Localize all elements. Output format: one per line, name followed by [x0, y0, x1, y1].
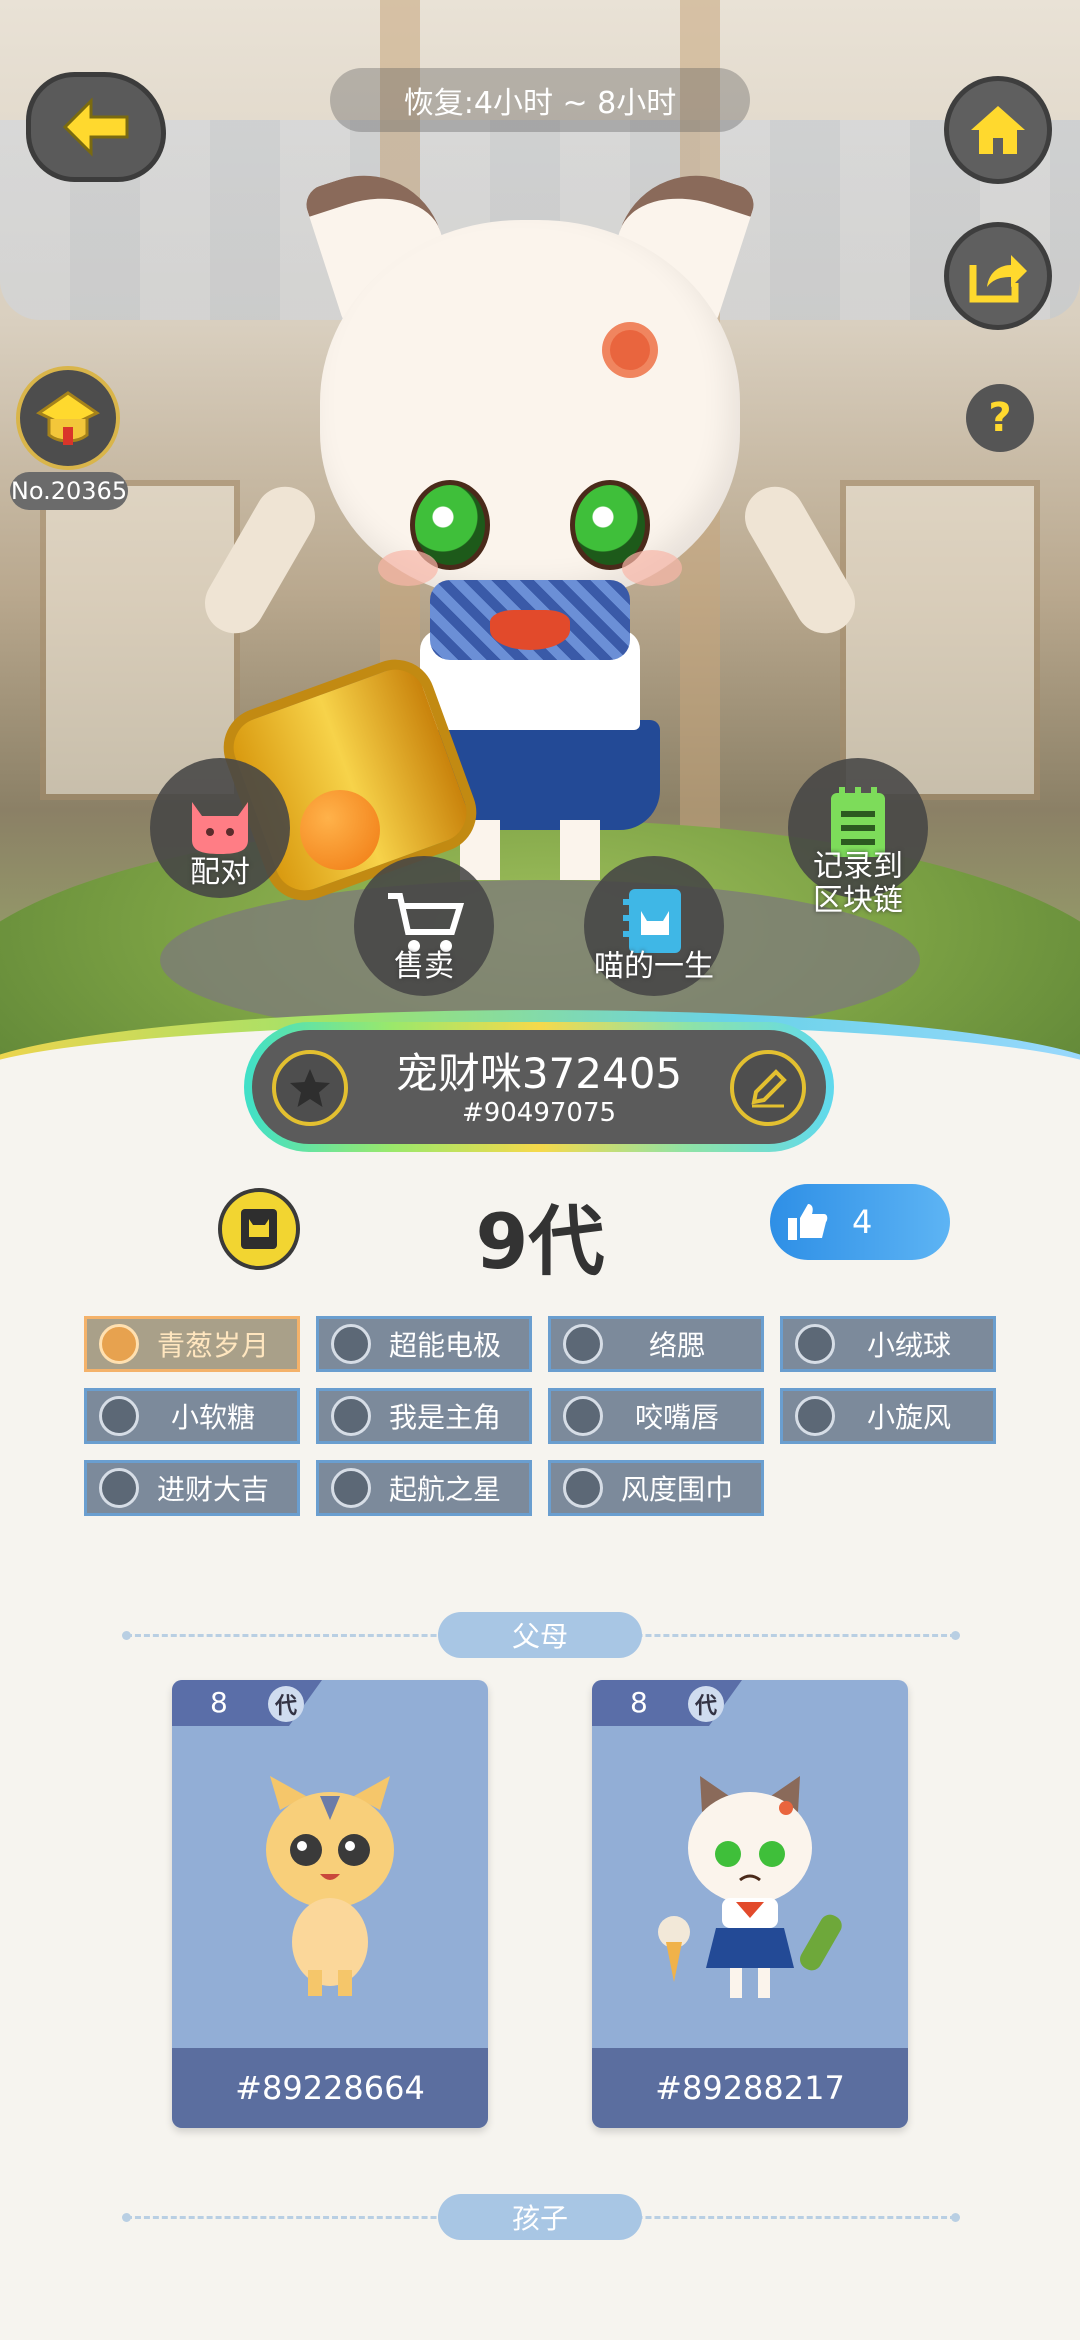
- generation-char: 代: [688, 1686, 724, 1722]
- trait-tag[interactable]: 咬嘴唇: [548, 1388, 764, 1444]
- level-badge[interactable]: [16, 366, 120, 470]
- pet-head: [320, 220, 740, 600]
- edit-name-button[interactable]: [730, 1050, 806, 1126]
- pet-name-bar: 宠财咪372405 #90497075: [244, 1022, 834, 1152]
- cat-book-icon: [623, 889, 681, 953]
- generation-label: 9代: [475, 1197, 605, 1286]
- trait-icon: [563, 1468, 603, 1508]
- trait-tag[interactable]: 起航之星: [316, 1460, 532, 1516]
- trait-tag[interactable]: 进财大吉: [84, 1460, 300, 1516]
- cat-heart-icon: [192, 802, 248, 854]
- share-icon: [969, 255, 1027, 303]
- home-icon: [971, 106, 1025, 154]
- trait-icon: [563, 1324, 603, 1364]
- trait-tag[interactable]: 风度围巾: [548, 1460, 764, 1516]
- trait-tag[interactable]: 络腮: [548, 1316, 764, 1372]
- like-button[interactable]: 4: [770, 1184, 950, 1260]
- pet-number-label: No.20365: [10, 472, 128, 510]
- trait-tag[interactable]: 超能电极: [316, 1316, 532, 1372]
- recovery-time: 恢复:4小时 ~ 8小时: [330, 68, 750, 132]
- trait-icon: [795, 1396, 835, 1436]
- pencil-icon: [751, 1069, 787, 1108]
- orange-prop: [300, 790, 380, 870]
- trait-icon: [563, 1396, 603, 1436]
- pet-info-button[interactable]: [218, 1188, 300, 1270]
- sell-button[interactable]: 售卖: [354, 856, 494, 996]
- record-blockchain-button[interactable]: 记录到 区块链: [788, 758, 928, 918]
- parent-card[interactable]: 8 代 #89228664: [172, 1680, 488, 2128]
- parent-generation: 8: [630, 1686, 648, 1719]
- trait-icon: [331, 1396, 371, 1436]
- sell-label: 售卖: [394, 949, 454, 984]
- parent-cat-portrait: [658, 1776, 842, 1998]
- pet-scene: [0, 0, 1080, 1080]
- question-icon: ?: [988, 395, 1012, 441]
- parent-id: #89228664: [172, 2048, 488, 2128]
- cat-life-label: 喵的一生: [594, 949, 714, 984]
- trait-tag[interactable]: 我是主角: [316, 1388, 532, 1444]
- trait-icon: [99, 1324, 139, 1364]
- cat-life-button[interactable]: 喵的一生: [584, 856, 724, 996]
- generation-char: 代: [268, 1686, 304, 1722]
- share-button[interactable]: [944, 222, 1052, 330]
- hair-flower: [610, 330, 650, 370]
- shopping-cart-icon: [388, 893, 465, 952]
- trait-tag[interactable]: 小软糖: [84, 1388, 300, 1444]
- pet-blush: [378, 550, 438, 586]
- trait-icon: [99, 1468, 139, 1508]
- trait-icon: [99, 1396, 139, 1436]
- children-section-title: 孩子: [438, 2194, 642, 2240]
- trait-icon: [331, 1324, 371, 1364]
- pet-legs: [460, 820, 600, 880]
- trait-tag[interactable]: 小绒球: [780, 1316, 996, 1372]
- like-count: 4: [852, 1203, 873, 1241]
- arrow-left-icon: [62, 97, 129, 157]
- parent-id: #89288217: [592, 2048, 908, 2128]
- pair-button[interactable]: 配对: [150, 758, 290, 898]
- document-icon: [241, 1209, 277, 1249]
- back-button[interactable]: [26, 72, 166, 182]
- trait-tag[interactable]: 小旋风: [780, 1388, 996, 1444]
- pet-blush: [622, 550, 682, 586]
- background-window: [840, 480, 1040, 800]
- parent-card[interactable]: 8 代 #89288217: [592, 1680, 908, 2128]
- parent-generation: 8: [210, 1686, 228, 1719]
- trait-tag[interactable]: 青葱岁月: [84, 1316, 300, 1372]
- home-button[interactable]: [944, 76, 1052, 184]
- parents-section-title: 父母: [438, 1612, 642, 1658]
- help-button[interactable]: ?: [966, 384, 1034, 452]
- pair-label: 配对: [190, 855, 250, 890]
- record-blockchain-label: 记录到 区块链: [813, 849, 903, 918]
- hat-icon: [36, 391, 100, 445]
- pet-bow: [490, 610, 570, 650]
- trait-icon: [331, 1468, 371, 1508]
- thumbs-up-icon: [788, 1204, 828, 1240]
- parent-cat-portrait: [266, 1776, 394, 1996]
- trait-icon: [795, 1324, 835, 1364]
- background-window: [40, 480, 240, 800]
